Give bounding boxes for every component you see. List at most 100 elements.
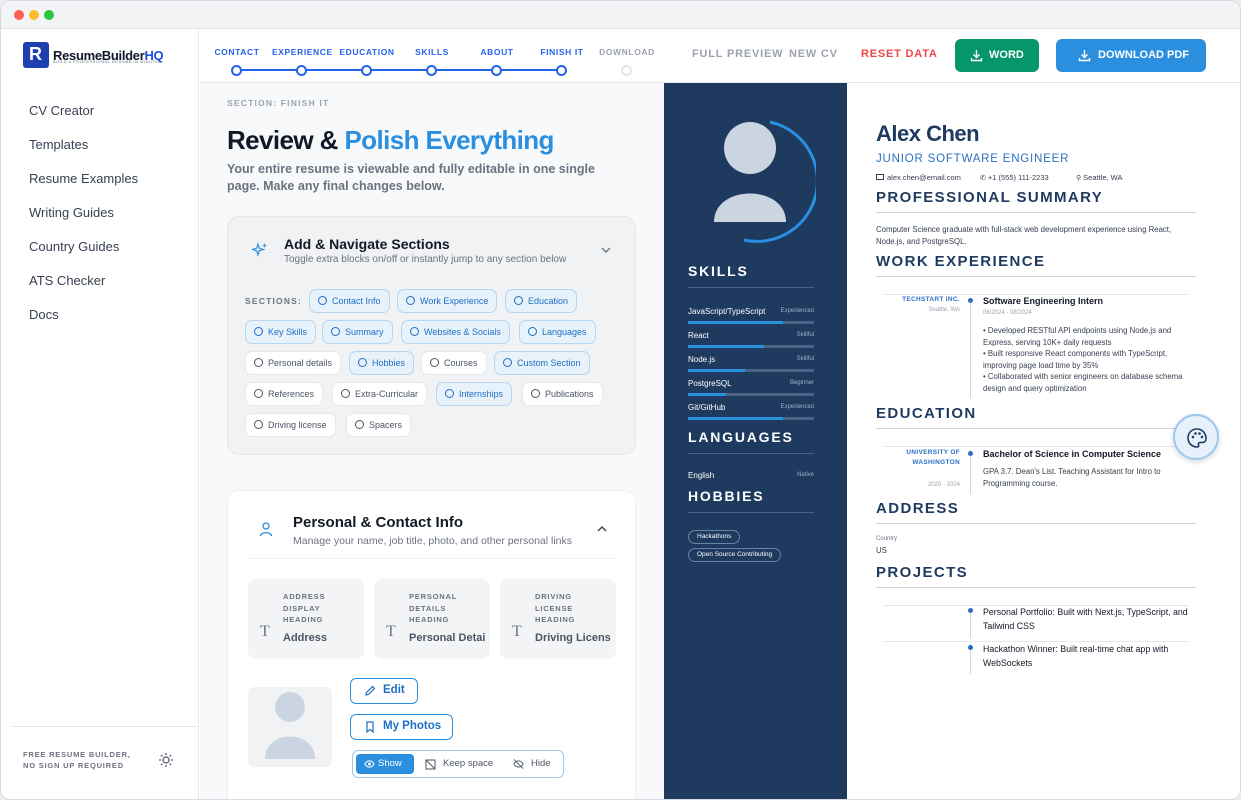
full-preview-link[interactable]: FULL PREVIEW xyxy=(692,48,783,60)
resume-phone[interactable]: ✆ +1 (555) 111-2233 xyxy=(980,173,1049,182)
step-skills[interactable]: SKILLS xyxy=(402,47,462,57)
graduation-cap-icon xyxy=(514,296,523,305)
address-heading-field[interactable]: T ADDRESS DISPLAY HEADING Address xyxy=(248,579,364,659)
step-dot[interactable] xyxy=(426,65,437,76)
step-dot[interactable] xyxy=(231,65,242,76)
text-icon: T xyxy=(512,623,522,640)
step-education[interactable]: EDUCATION xyxy=(337,47,397,57)
hobbies-heading: HOBBIES xyxy=(688,488,765,504)
resume-avatar[interactable] xyxy=(704,118,816,243)
edit-photo-button[interactable]: Edit xyxy=(350,678,418,704)
minimize-window-button[interactable] xyxy=(29,10,39,20)
sidebar-item-docs[interactable]: Docs xyxy=(29,307,138,341)
maximize-window-button[interactable] xyxy=(44,10,54,20)
field-value[interactable]: Address xyxy=(283,632,359,644)
summary-text[interactable]: Computer Science graduate with full-stac… xyxy=(876,224,1196,248)
step-dot[interactable] xyxy=(621,65,632,76)
sidebar-item-ats-checker[interactable]: ATS Checker xyxy=(29,273,138,307)
step-dot[interactable] xyxy=(296,65,307,76)
chip-courses[interactable]: Courses xyxy=(421,351,487,375)
chip-websites-socials[interactable]: Websites & Socials xyxy=(401,320,510,344)
sidebar-item-templates[interactable]: Templates xyxy=(29,137,138,171)
step-experience[interactable]: EXPERIENCE xyxy=(272,47,332,57)
hobby-tag[interactable]: Hackathons xyxy=(688,530,741,544)
new-cv-link[interactable]: NEW CV xyxy=(789,48,838,60)
award-icon xyxy=(341,389,350,398)
resume-location[interactable]: ⚲ Seattle, WA xyxy=(1076,173,1122,182)
chip-work-experience[interactable]: Work Experience xyxy=(397,289,498,313)
title-bar xyxy=(1,1,1240,29)
chevron-up-icon[interactable] xyxy=(596,523,608,535)
sidebar-item-resume-examples[interactable]: Resume Examples xyxy=(29,171,138,205)
step-dot[interactable] xyxy=(556,65,567,76)
chip-languages[interactable]: Languages xyxy=(519,320,596,344)
keep-space-option[interactable]: Keep space xyxy=(421,754,493,774)
chip-label: Publications xyxy=(545,389,594,399)
field-value[interactable]: Personal Details xyxy=(409,632,485,644)
step-dot[interactable] xyxy=(361,65,372,76)
theme-palette-button[interactable] xyxy=(1173,414,1219,460)
close-window-button[interactable] xyxy=(14,10,24,20)
chevron-down-icon[interactable] xyxy=(600,244,612,256)
step-about[interactable]: ABOUT xyxy=(467,47,527,57)
chip-internships[interactable]: Internships xyxy=(436,382,513,406)
project-item[interactable]: Personal Portfolio: Built with Next.js, … xyxy=(983,605,1203,633)
chip-personal-details[interactable]: Personal details xyxy=(245,351,342,375)
download-pdf-button[interactable]: DOWNLOAD PDF xyxy=(1056,39,1206,72)
resume-job-title[interactable]: JUNIOR SOFTWARE ENGINEER xyxy=(876,153,1069,165)
word-download-button[interactable]: WORD xyxy=(955,39,1039,72)
sun-icon[interactable] xyxy=(159,753,173,767)
education-desc[interactable]: GPA 3.7. Dean's List. Teaching Assistant… xyxy=(983,466,1183,489)
show-option[interactable]: Show xyxy=(356,754,414,774)
step-download[interactable]: DOWNLOAD xyxy=(597,47,657,57)
sidebar-item-cv-creator[interactable]: CV Creator xyxy=(29,103,138,137)
skill-level: Experienced xyxy=(780,308,814,314)
skill-bar xyxy=(688,345,814,348)
education-degree[interactable]: Bachelor of Science in Computer Science xyxy=(983,447,1161,461)
hobby-tag[interactable]: Open Source Contributing xyxy=(688,548,782,562)
chip-label: Summary xyxy=(345,327,384,337)
chip-hobbies[interactable]: Hobbies xyxy=(349,351,415,375)
resume-sidebar: SKILLS JavaScript/TypeScript Experienced R… xyxy=(664,83,847,799)
chip-education[interactable]: Education xyxy=(505,289,578,313)
work-bullets[interactable]: • Developed RESTful API endpoints using … xyxy=(983,325,1198,394)
driving-license-heading-field[interactable]: T DRIVING LICENSE HEADING Driving Licens… xyxy=(500,579,616,659)
profile-photo-placeholder[interactable] xyxy=(248,687,332,767)
hide-option[interactable]: Hide xyxy=(509,754,551,774)
address-label: Country xyxy=(876,536,898,542)
section-label: SECTION: FINISH IT xyxy=(227,98,330,108)
chip-contact-info[interactable]: Contact Info xyxy=(309,289,390,313)
my-photos-button[interactable]: My Photos xyxy=(350,714,453,740)
resume-email[interactable]: alex.chen@email.com xyxy=(876,173,961,182)
field-value[interactable]: Driving License xyxy=(535,632,611,644)
step-finish-it[interactable]: FINISH IT xyxy=(532,47,592,57)
project-item[interactable]: Hackathon Winner: Built real-time chat a… xyxy=(983,642,1203,670)
chip-key-skills[interactable]: Key Skills xyxy=(245,320,317,344)
step-dot[interactable] xyxy=(491,65,502,76)
map-pin-icon: ⚲ xyxy=(1076,175,1082,182)
language-level: Native xyxy=(796,472,814,478)
resume-name[interactable]: Alex Chen xyxy=(876,121,980,147)
chip-driving-license[interactable]: Driving license xyxy=(245,413,336,437)
timeline-dot xyxy=(968,645,973,650)
timeline-line xyxy=(970,298,971,398)
chip-custom-section[interactable]: Custom Section xyxy=(494,351,590,375)
sidebar-item-writing-guides[interactable]: Writing Guides xyxy=(29,205,138,239)
chip-spacers[interactable]: Spacers xyxy=(346,413,412,437)
work-role[interactable]: Software Engineering Intern xyxy=(983,294,1103,308)
personal-contact-title: Personal & Contact Info xyxy=(293,514,464,531)
step-contact[interactable]: CONTACT xyxy=(207,47,267,57)
chip-references[interactable]: References xyxy=(245,382,324,406)
chip-summary[interactable]: Summary xyxy=(322,320,393,344)
personal-details-heading-field[interactable]: T PERSONAL DETAILS HEADING Personal Deta… xyxy=(374,579,490,659)
sidebar-item-country-guides[interactable]: Country Guides xyxy=(29,239,138,273)
chip-extra-curricular[interactable]: Extra-Curricular xyxy=(332,382,428,406)
users-icon xyxy=(254,389,263,398)
skill-level: Skillful xyxy=(796,356,814,362)
reset-data-link[interactable]: RESET DATA xyxy=(861,48,938,60)
chip-publications[interactable]: Publications xyxy=(522,382,603,406)
address-value[interactable]: US xyxy=(876,545,887,557)
skill-item[interactable]: Git/GitHub Experienced xyxy=(688,403,814,431)
brand-logo[interactable]: ResumeBuilderHQ BUILD A PROFESSIONAL RES… xyxy=(23,42,164,68)
skill-level: Experienced xyxy=(780,404,814,410)
